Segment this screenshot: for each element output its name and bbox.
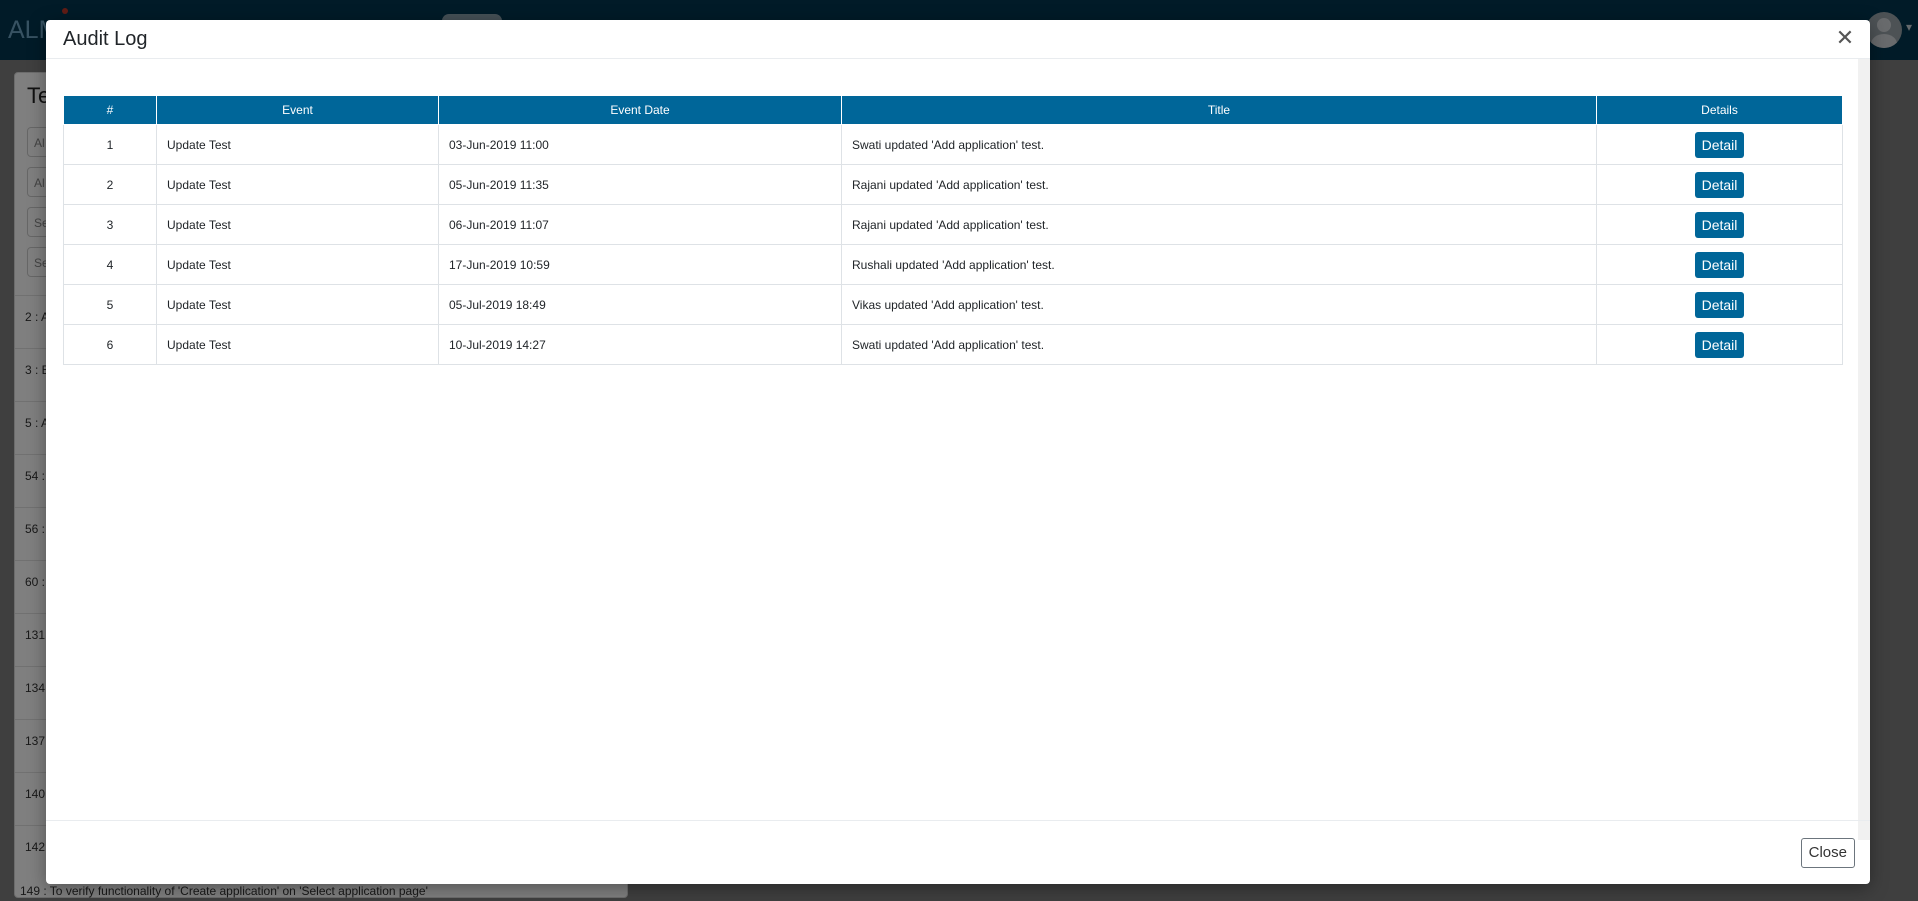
column-header-details: Details [1596,95,1843,125]
row-details-cell: Detail [1596,124,1843,165]
table-row: 4 Update Test 17-Jun-2019 10:59 Rushali … [63,244,1843,285]
audit-log-modal: Audit Log ✕ # Event Event Date Title Det… [46,20,1870,884]
row-number: 2 [63,164,157,205]
row-event-date: 03-Jun-2019 11:00 [438,124,842,165]
modal-body: # Event Event Date Title Details 1 Updat… [46,59,1858,840]
row-details-cell: Detail [1596,284,1843,325]
row-number: 4 [63,244,157,285]
detail-button[interactable]: Detail [1694,131,1745,158]
column-header-event: Event [156,95,439,125]
close-button[interactable]: Close [1800,838,1855,868]
row-details-cell: Detail [1596,204,1843,245]
detail-button[interactable]: Detail [1694,251,1745,278]
row-title: Rushali updated 'Add application' test. [841,244,1597,285]
table-row: 6 Update Test 10-Jul-2019 14:27 Swati up… [63,324,1843,365]
row-event-date: 17-Jun-2019 10:59 [438,244,842,285]
modal-footer: Close [46,820,1870,885]
table-row: 1 Update Test 03-Jun-2019 11:00 Swati up… [63,124,1843,165]
row-number: 3 [63,204,157,245]
column-header-title: Title [841,95,1597,125]
table-row: 3 Update Test 06-Jun-2019 11:07 Rajani u… [63,204,1843,245]
modal-header: Audit Log ✕ [46,20,1870,59]
detail-button[interactable]: Detail [1694,171,1745,198]
close-icon[interactable]: ✕ [1834,26,1856,50]
detail-button[interactable]: Detail [1694,331,1745,358]
row-number: 5 [63,284,157,325]
row-number: 6 [63,324,157,365]
row-title: Rajani updated 'Add application' test. [841,164,1597,205]
column-header-event-date: Event Date [438,95,842,125]
row-title: Rajani updated 'Add application' test. [841,204,1597,245]
modal-title: Audit Log [63,28,148,50]
row-event: Update Test [156,164,439,205]
row-event: Update Test [156,244,439,285]
row-event: Update Test [156,124,439,165]
row-event-date: 05-Jun-2019 11:35 [438,164,842,205]
table-row: 2 Update Test 05-Jun-2019 11:35 Rajani u… [63,164,1843,205]
row-details-cell: Detail [1596,164,1843,205]
row-details-cell: Detail [1596,324,1843,365]
row-event: Update Test [156,204,439,245]
table-header-row: # Event Event Date Title Details [63,95,1843,125]
detail-button[interactable]: Detail [1694,291,1745,318]
row-title: Swati updated 'Add application' test. [841,124,1597,165]
modal-scrollbar[interactable] [1858,59,1870,840]
column-header-number: # [63,95,157,125]
row-details-cell: Detail [1596,244,1843,285]
audit-log-table: # Event Event Date Title Details 1 Updat… [63,95,1843,365]
detail-button[interactable]: Detail [1694,211,1745,238]
row-event: Update Test [156,324,439,365]
row-event-date: 10-Jul-2019 14:27 [438,324,842,365]
row-event: Update Test [156,284,439,325]
row-number: 1 [63,124,157,165]
row-event-date: 06-Jun-2019 11:07 [438,204,842,245]
row-title: Vikas updated 'Add application' test. [841,284,1597,325]
row-title: Swati updated 'Add application' test. [841,324,1597,365]
row-event-date: 05-Jul-2019 18:49 [438,284,842,325]
table-row: 5 Update Test 05-Jul-2019 18:49 Vikas up… [63,284,1843,325]
